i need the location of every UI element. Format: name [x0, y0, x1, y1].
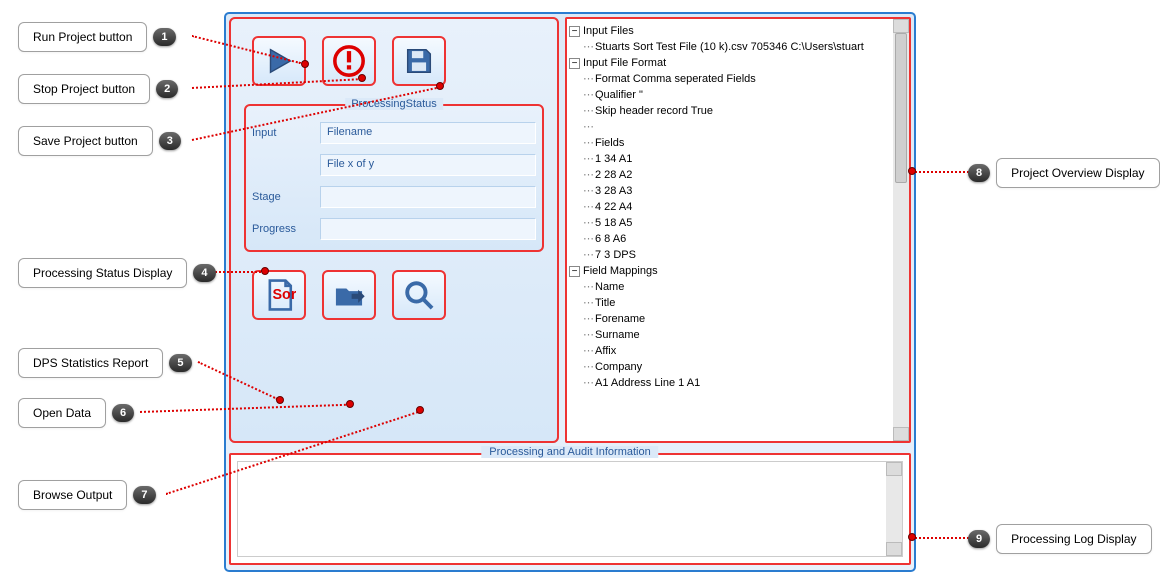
scroll-down-icon[interactable] [893, 427, 909, 441]
progress-field [320, 218, 536, 240]
log-scrollbar[interactable] [886, 462, 902, 556]
alert-icon [332, 44, 366, 78]
lower-toolbar: Sort [240, 262, 548, 328]
scroll-thumb[interactable] [895, 33, 907, 183]
save-icon [402, 44, 436, 78]
collapse-icon[interactable]: − [569, 58, 580, 69]
save-project-button[interactable] [392, 36, 446, 86]
callout-run-project: Run Project button 1 [18, 22, 176, 52]
app-window: ProcessingStatus Input Filename File x o… [224, 12, 916, 572]
input-filexofy-field: File x of y [320, 154, 536, 176]
callout-browse-output: Browse Output 7 [18, 480, 156, 510]
processing-log-panel: Processing and Audit Information [229, 453, 911, 565]
svg-text:Sort: Sort [272, 287, 296, 303]
input-filename-field: Filename [320, 122, 536, 144]
upper-toolbar [240, 28, 548, 94]
scroll-down-icon[interactable] [886, 542, 902, 556]
processing-status-panel: ProcessingStatus Input Filename File x o… [244, 104, 544, 252]
project-overview-panel: −Input Files ⋯Stuarts Sort Test File (10… [565, 17, 911, 443]
log-title: Processing and Audit Information [481, 446, 658, 458]
sort-report-icon: Sort [262, 278, 296, 312]
callout-processing-status: Processing Status Display 4 [18, 258, 216, 288]
callout-processing-log: Processing Log Display 9 [968, 524, 1152, 554]
folder-export-icon [332, 278, 366, 312]
callout-stop-project: Stop Project button 2 [18, 74, 178, 104]
callout-dps-stats: DPS Statistics Report 5 [18, 348, 192, 378]
log-textarea[interactable] [237, 461, 903, 557]
callout-project-overview: Project Overview Display 8 [968, 158, 1160, 188]
overview-tree[interactable]: −Input Files ⋯Stuarts Sort Test File (10… [569, 23, 907, 391]
collapse-icon[interactable]: − [569, 26, 580, 37]
dps-statistics-button[interactable]: Sort [252, 270, 306, 320]
browse-output-button[interactable] [392, 270, 446, 320]
collapse-icon[interactable]: − [569, 266, 580, 277]
callout-save-project: Save Project button 3 [18, 126, 181, 156]
scroll-up-icon[interactable] [893, 19, 909, 33]
scroll-up-icon[interactable] [886, 462, 902, 476]
control-panel: ProcessingStatus Input Filename File x o… [229, 17, 559, 443]
tree-scrollbar[interactable] [893, 19, 909, 441]
stage-field [320, 186, 536, 208]
open-data-button[interactable] [322, 270, 376, 320]
magnify-icon [402, 278, 436, 312]
callout-open-data: Open Data 6 [18, 398, 134, 428]
